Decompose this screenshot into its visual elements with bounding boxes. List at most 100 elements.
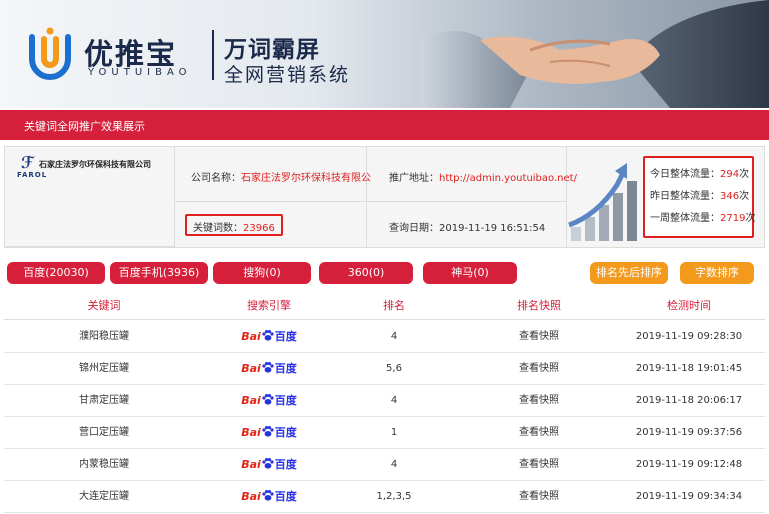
baidu-logo-text-cn: 百度 (274, 458, 297, 471)
tab-sogou[interactable]: 搜狗(0) (213, 262, 311, 284)
promotion-url-link[interactable]: http://admin.youtuibao.net/ (439, 173, 577, 184)
brand-name-en: YOUTUIBAO (88, 67, 192, 78)
sort-by-length-button[interactable]: 字数排序 (680, 262, 754, 284)
view-snapshot-link[interactable]: 查看快照 (474, 481, 604, 513)
table-row: 大连定压罐 Bai 百度 1,2,3,5 查看快照 2019-11-19 09:34:34 (4, 481, 765, 513)
baidu-logo-text-en: Bai (241, 426, 261, 439)
header-engine: 搜索引擎 (247, 299, 291, 312)
traffic-yesterday-label: 昨日整体流量： (650, 191, 720, 202)
row-engine: Bai 百度 (194, 385, 344, 417)
info-panel: ℱ FAROL 石家庄法罗尔环保科技有限公司 公司名称：石家庄法罗尔环保科技有限… (4, 146, 765, 248)
company-logo-cell: ℱ FAROL 石家庄法罗尔环保科技有限公司 (5, 147, 175, 247)
sort-by-rank-button[interactable]: 排名先后排序 (590, 262, 668, 284)
baidu-logo: Bai 百度 (241, 449, 297, 481)
row-engine: Bai 百度 (194, 449, 344, 481)
query-date-label: 查询日期： (389, 223, 439, 234)
table-row: 锦州定压罐 Bai 百度 5,6 查看快照 2019-11-18 19:01:45 (4, 353, 765, 385)
tab-baidu-mobile[interactable]: 百度手机(3936) (110, 262, 208, 284)
table-row: 营口定压罐 Bai 百度 1 查看快照 2019-11-19 09:37:56 (4, 417, 765, 449)
traffic-yesterday: 昨日整体流量：346次 (650, 187, 752, 202)
traffic-yesterday-unit: 次 (739, 191, 750, 202)
growth-chart-icon (568, 163, 637, 241)
traffic-week-value: 2719 (720, 213, 746, 224)
company-name-label: 公司名称： (191, 173, 241, 184)
view-snapshot-link[interactable]: 查看快照 (474, 321, 604, 353)
row-keyword: 锦州定压罐 (79, 363, 129, 374)
row-engine: Bai 百度 (194, 321, 344, 353)
baidu-logo-text-en: Bai (241, 490, 261, 503)
row-engine: Bai 百度 (194, 481, 344, 513)
baidu-logo-text-cn: 百度 (274, 426, 297, 439)
traffic-week: 一周整体流量：2719次 (650, 209, 756, 224)
banner-divider (212, 30, 214, 80)
company-name-value: 石家庄法罗尔环保科技有限公 (241, 173, 371, 184)
company-logo-name: 石家庄法罗尔环保科技有限公司 (39, 160, 151, 169)
baidu-logo-text-cn: 百度 (274, 330, 297, 343)
traffic-week-unit: 次 (745, 213, 756, 224)
company-logo-icon: ℱ (21, 153, 34, 172)
view-snapshot-link[interactable]: 查看快照 (474, 449, 604, 481)
tab-360[interactable]: 360(0) (319, 262, 413, 284)
row-rank: 4 (390, 331, 398, 342)
keywords-cell: 关键词数：23966 (175, 202, 367, 247)
row-rank: 1 (390, 427, 398, 438)
results-table-header: 关键词 搜索引擎 排名 排名快照 检测时间 (4, 292, 765, 320)
company-logo-text: FAROL (17, 171, 48, 179)
view-snapshot-link[interactable]: 查看快照 (474, 385, 604, 417)
baidu-logo-text-cn: 百度 (274, 490, 297, 503)
url-label: 推广地址： (389, 173, 439, 184)
company-name-cell: 公司名称：石家庄法罗尔环保科技有限公 (175, 147, 371, 202)
tab-baidu[interactable]: 百度(20030) (7, 262, 105, 284)
row-rank: 4 (390, 459, 398, 470)
section-title-bar: 关键词全网推广效果展示 (0, 110, 769, 140)
row-time: 2019-11-19 09:34:34 (635, 491, 743, 502)
banner-slogan-sub: 全网营销系统 (224, 64, 351, 86)
view-snapshot-link[interactable]: 查看快照 (474, 353, 604, 385)
baidu-logo-text-en: Bai (241, 330, 261, 343)
date-cell: 查询日期：2019-11-19 16:51:54 (367, 202, 567, 247)
baidu-paw-icon (262, 330, 274, 341)
baidu-logo-text-cn: 百度 (274, 362, 297, 375)
row-time: 2019-11-19 09:12:48 (635, 459, 743, 470)
traffic-today-label: 今日整体流量： (650, 169, 720, 180)
baidu-logo-text-en: Bai (241, 458, 261, 471)
header-time: 检测时间 (667, 299, 711, 312)
baidu-logo: Bai 百度 (241, 481, 297, 513)
baidu-logo: Bai 百度 (241, 321, 297, 353)
row-rank: 5,6 (386, 363, 402, 374)
row-rank: 1,2,3,5 (376, 491, 412, 502)
section-title: 关键词全网推广效果展示 (24, 120, 145, 133)
header-rank: 排名 (383, 299, 405, 312)
baidu-logo-text-en: Bai (241, 362, 261, 375)
row-time: 2019-11-19 09:28:30 (635, 331, 743, 342)
baidu-paw-icon (262, 458, 274, 469)
traffic-today-unit: 次 (739, 169, 750, 180)
view-snapshot-link[interactable]: 查看快照 (474, 417, 604, 449)
tab-shenma[interactable]: 神马(0) (423, 262, 517, 284)
row-keyword: 营口定压罐 (79, 427, 129, 438)
row-engine: Bai 百度 (194, 353, 344, 385)
row-time: 2019-11-18 20:06:17 (635, 395, 743, 406)
row-keyword: 甘肃定压罐 (79, 395, 129, 406)
traffic-stats-box: 今日整体流量：294次 昨日整体流量：346次 一周整体流量：2719次 (643, 156, 756, 238)
row-keyword: 濮阳稳压罐 (79, 331, 129, 342)
handshake-image (420, 0, 769, 108)
baidu-logo-text-en: Bai (241, 394, 261, 407)
traffic-yesterday-value: 346 (720, 191, 740, 202)
baidu-logo: Bai 百度 (241, 417, 297, 449)
banner-slogan: 万词霸屏 (224, 37, 320, 63)
youtuibao-logo-icon (29, 27, 71, 80)
baidu-paw-icon (262, 362, 274, 373)
baidu-logo: Bai 百度 (241, 385, 297, 417)
baidu-paw-icon (262, 490, 274, 501)
row-rank: 4 (390, 395, 398, 406)
query-date-value: 2019-11-19 16:51:54 (439, 223, 546, 234)
traffic-today-value: 294 (720, 169, 740, 180)
row-keyword: 大连定压罐 (79, 491, 129, 502)
table-row: 甘肃定压罐 Bai 百度 4 查看快照 2019-11-18 20:06:17 (4, 385, 765, 417)
row-time: 2019-11-18 19:01:45 (635, 363, 743, 374)
row-engine: Bai 百度 (194, 417, 344, 449)
keywords-value: 23966 (243, 223, 275, 234)
header-banner: 优推宝 YOUTUIBAO 万词霸屏 全网营销系统 (0, 0, 769, 108)
baidu-paw-icon (262, 394, 274, 405)
